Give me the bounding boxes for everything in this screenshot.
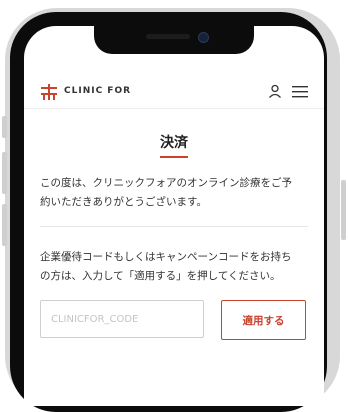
coupon-instructions-line-2: の方は、入力して「適用する」を押してください。 [40, 270, 281, 282]
intro-line-1: この度は、クリニックフォアのオンライン診療をご予 [40, 177, 292, 189]
front-camera [198, 32, 209, 43]
hamburger-menu-icon[interactable] [292, 85, 308, 98]
phone-power-button [341, 180, 346, 240]
phone-screen: CLINIC FOR 決済 この度は、クリニックフォアのオンライン診療をご予 約… [24, 26, 324, 406]
coupon-code-input[interactable] [40, 300, 204, 338]
phone-notch [94, 26, 254, 54]
section-divider [40, 226, 308, 227]
clinic-for-logo-icon[interactable] [40, 83, 58, 101]
phone-side-button [2, 116, 7, 138]
phone-volume-up-button [2, 152, 7, 194]
page-title: 決済 [160, 135, 188, 151]
site-header: CLINIC FOR [24, 72, 324, 109]
intro-line-2: 約いただきありがとうございます。 [40, 196, 207, 208]
coupon-instructions: 企業優待コードもしくはキャンペーンコードをお持ち の方は、入力して「適用する」を… [40, 248, 312, 286]
title-underline [160, 156, 188, 158]
brand-name[interactable]: CLINIC FOR [64, 86, 131, 96]
user-icon[interactable] [268, 84, 282, 98]
apply-coupon-button[interactable]: 適用する [221, 300, 306, 340]
speaker-grille [146, 34, 190, 39]
intro-text: この度は、クリニックフォアのオンライン診療をご予 約いただきありがとうございます… [40, 174, 312, 212]
coupon-instructions-line-1: 企業優待コードもしくはキャンペーンコードをお持ち [40, 251, 292, 263]
phone-volume-down-button [2, 204, 7, 246]
